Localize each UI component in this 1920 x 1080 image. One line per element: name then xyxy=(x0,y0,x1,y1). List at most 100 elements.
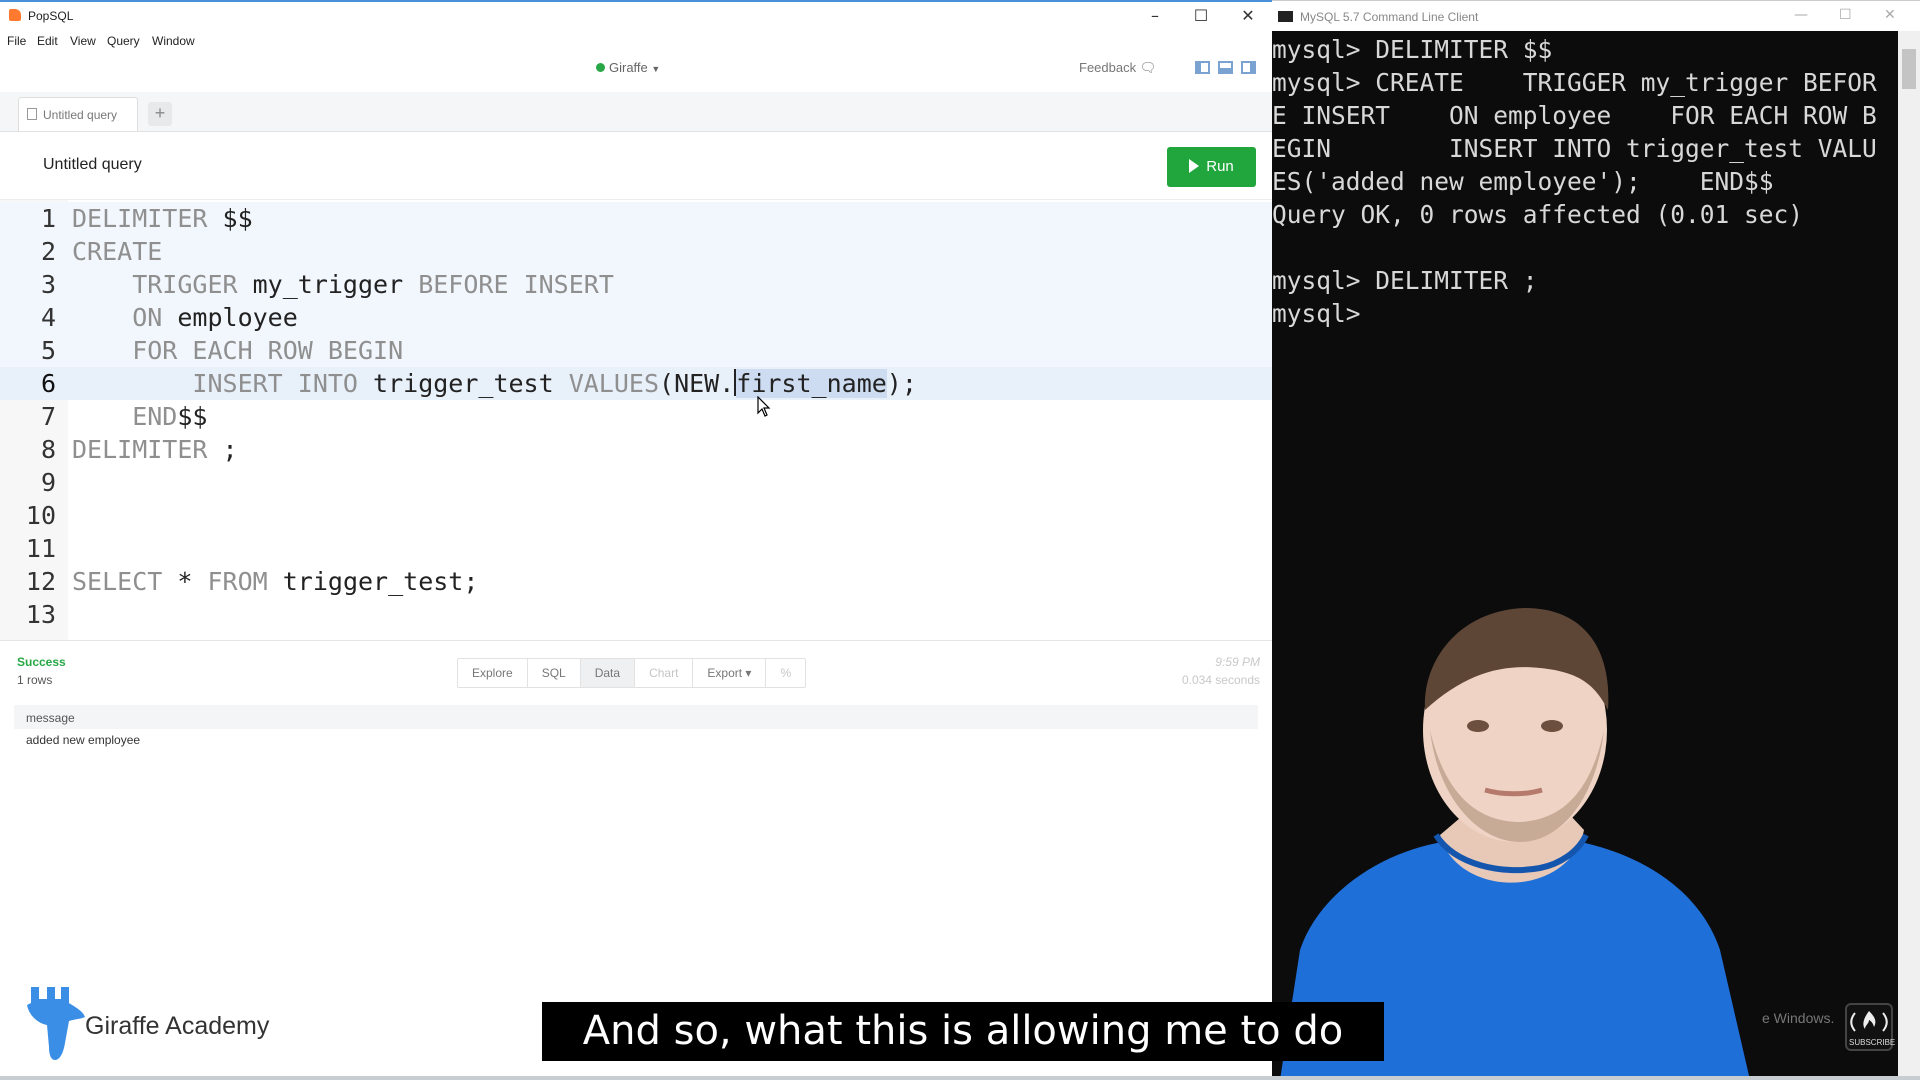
minimize-icon[interactable]: – xyxy=(1137,6,1173,26)
editor-line: 10 xyxy=(0,499,1272,532)
editor-line: 11 xyxy=(0,532,1272,565)
editor-line: 1 DELIMITER $$ xyxy=(0,202,1272,235)
menu-edit[interactable]: Edit xyxy=(37,34,58,48)
tab-chart[interactable]: Chart xyxy=(635,659,694,687)
code-token: INSERT INTO xyxy=(72,369,358,398)
code-token: * xyxy=(162,567,208,596)
editor-line: 3 TRIGGER my_trigger BEFORE INSERT xyxy=(0,268,1272,301)
editor-line: 12 SELECT * FROM trigger_test; xyxy=(0,565,1272,598)
maximize-icon[interactable]: ☐ xyxy=(1183,6,1219,26)
connection-status-dot xyxy=(596,63,605,72)
line-number: 7 xyxy=(40,402,56,431)
editor-line: 7 END$$ xyxy=(0,400,1272,433)
console-line: EGIN INSERT INTO trigger_test VALU xyxy=(1272,134,1877,163)
tab-data[interactable]: Data xyxy=(580,659,636,687)
code-token: trigger_test xyxy=(357,369,554,398)
menu-view[interactable]: View xyxy=(70,34,96,48)
freecodecamp-icon[interactable]: SUBSCRIBE xyxy=(1845,1003,1896,1051)
query-title[interactable]: Untitled query xyxy=(43,156,142,174)
brand-name: Giraffe Academy xyxy=(85,1012,270,1040)
app-title: PopSQL xyxy=(28,9,74,23)
line-number: 1 xyxy=(40,204,56,233)
popsql-titlebar: PopSQL – ☐ ✕ xyxy=(0,0,1272,30)
run-button[interactable]: Run xyxy=(1167,147,1256,187)
tab-explore[interactable]: Explore xyxy=(458,659,528,687)
minimize-icon[interactable]: — xyxy=(1794,7,1808,23)
line-number: 12 xyxy=(25,567,56,596)
feedback-button[interactable]: Feedback 🗨 xyxy=(1079,60,1156,76)
flame-icon xyxy=(1850,1011,1888,1032)
close-icon[interactable]: ✕ xyxy=(1230,6,1266,26)
code-token: $$ xyxy=(177,402,208,431)
subscribe-label: SUBSCRIBE xyxy=(1849,1038,1896,1047)
console-line: Query OK, 0 rows affected (0.01 sec) xyxy=(1272,200,1804,229)
layout-left-icon[interactable] xyxy=(1195,61,1210,74)
code-token: CREATE xyxy=(72,237,163,266)
tab-untitled-query[interactable]: Untitled query xyxy=(18,97,138,131)
console-line: mysql> CREATE TRIGGER my_trigger BEFOR xyxy=(1272,68,1877,97)
table-cell[interactable]: added new employee xyxy=(26,733,140,747)
column-header[interactable]: message xyxy=(14,705,1258,729)
export-dropdown[interactable]: Export ▾ xyxy=(693,659,767,687)
selected-text: first_name xyxy=(736,369,887,398)
mouse-cursor-icon xyxy=(757,396,771,417)
maximize-icon[interactable]: ☐ xyxy=(1839,7,1852,23)
query-tabbar: Untitled query + xyxy=(0,92,1272,132)
query-header: Untitled query Run xyxy=(0,132,1272,200)
console-line: mysql> DELIMITER ; xyxy=(1272,266,1538,295)
row-count: 1 rows xyxy=(17,673,53,687)
line-number: 8 xyxy=(40,435,56,464)
menu-query[interactable]: Query xyxy=(107,34,140,48)
editor-line: 2 CREATE xyxy=(0,235,1272,268)
code-token: DELIMITER xyxy=(72,435,208,464)
tab-percent[interactable]: % xyxy=(766,659,805,687)
chevron-down-icon: ▼ xyxy=(651,64,661,74)
menu-window[interactable]: Window xyxy=(152,34,195,48)
line-number: 13 xyxy=(25,600,56,629)
plus-icon[interactable]: + xyxy=(148,102,172,126)
code-token: DELIMITER xyxy=(72,204,208,233)
tab-label: Untitled query xyxy=(43,108,118,122)
popsql-icon xyxy=(9,9,21,21)
close-icon[interactable]: ✕ xyxy=(1884,7,1896,23)
giraffe-logo-icon xyxy=(27,987,85,1060)
line-number: 5 xyxy=(40,336,56,365)
feedback-label: Feedback xyxy=(1079,60,1137,75)
code-token: (NEW. xyxy=(659,369,735,398)
popsql-window: PopSQL – ☐ ✕ File Edit View Query Window… xyxy=(0,0,1272,1080)
feedback-icon: 🗨 xyxy=(1139,60,1157,75)
code-token: ); xyxy=(886,369,917,398)
editor-line: 5 FOR EACH ROW BEGIN xyxy=(0,334,1272,367)
terminal-icon xyxy=(1278,11,1293,22)
menu-file[interactable]: File xyxy=(7,34,26,48)
video-caption: And so, what this is allowing me to do xyxy=(542,1002,1384,1061)
connection-name: Giraffe xyxy=(609,60,648,75)
layout-bottom-icon[interactable] xyxy=(1218,61,1233,74)
code-token: FROM xyxy=(207,567,268,596)
sql-editor[interactable]: 1 DELIMITER $$ 2 CREATE 3 TRIGGER my_tri… xyxy=(0,200,1272,640)
editor-line: 8 DELIMITER ; xyxy=(0,433,1272,466)
code-token: my_trigger xyxy=(237,270,404,299)
code-token: VALUES xyxy=(553,369,660,398)
console-scrollbar[interactable] xyxy=(1898,31,1920,1080)
console-line: ES('added new employee'); END$$ xyxy=(1272,167,1774,196)
code-token: END xyxy=(72,402,178,431)
code-token: $$ xyxy=(207,204,253,233)
console-line: mysql> xyxy=(1272,299,1361,328)
connection-selector[interactable]: Giraffe ▼ xyxy=(596,60,660,75)
line-number: 3 xyxy=(40,270,56,299)
tab-sql[interactable]: SQL xyxy=(528,659,581,687)
layout-right-icon[interactable] xyxy=(1241,61,1256,74)
console-line: E INSERT ON employee FOR EACH ROW B xyxy=(1272,101,1877,130)
code-token: SELECT xyxy=(72,567,163,596)
line-number: 4 xyxy=(40,303,56,332)
code-token: TRIGGER xyxy=(72,270,238,299)
document-icon xyxy=(27,108,37,120)
code-token: ON xyxy=(72,303,163,332)
scrollbar-thumb[interactable] xyxy=(1902,49,1916,89)
line-number: 2 xyxy=(40,237,56,266)
menubar: File Edit View Query Window xyxy=(0,30,1272,52)
code-token: ; xyxy=(207,435,238,464)
console-line: mysql> DELIMITER $$ xyxy=(1272,35,1553,64)
line-number: 10 xyxy=(25,501,56,530)
